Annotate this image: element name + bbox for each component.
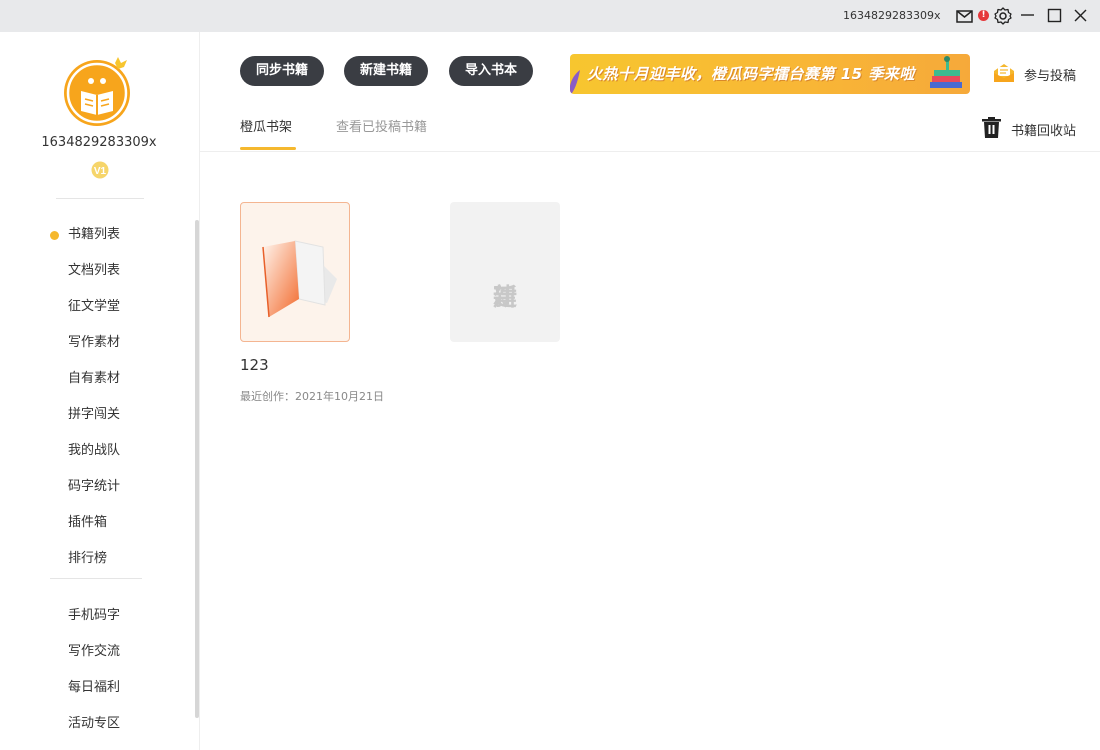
- new-book-card-label: 新建: [450, 242, 560, 311]
- active-tab-underline: [240, 147, 296, 150]
- new-card-line-2: 建: [493, 283, 517, 311]
- avatar[interactable]: [63, 55, 135, 127]
- minimize-icon[interactable]: [1018, 6, 1038, 26]
- mail-notification-badge: !: [978, 10, 989, 21]
- close-icon[interactable]: [1071, 6, 1091, 26]
- sidebar-item-label: 排行榜: [68, 551, 108, 566]
- sidebar-item-label: 征文学堂: [68, 299, 121, 314]
- sidebar-item-contest-school[interactable]: 征文学堂: [0, 289, 190, 325]
- sidebar-item-label: 书籍列表: [68, 227, 121, 242]
- leaf-decoration-icon: [570, 70, 580, 94]
- book-title[interactable]: 123: [240, 356, 269, 374]
- sidebar-divider: [56, 198, 144, 199]
- sidebar-item-own-material[interactable]: 自有素材: [0, 361, 190, 397]
- book-last-edited: 最近创作：2021年10月21日: [240, 390, 384, 403]
- active-indicator-dot: [50, 231, 59, 240]
- sidebar-item-doc-list[interactable]: 文档列表: [0, 253, 190, 289]
- recycle-bin-label: 书籍回收站: [1011, 124, 1077, 139]
- sidebar-item-label: 文档列表: [68, 263, 121, 278]
- books-stack-icon: [930, 56, 962, 88]
- tab-submitted-books[interactable]: 查看已投稿书籍: [336, 116, 427, 135]
- sidebar-item-mobile-typing[interactable]: 手机码字: [0, 598, 190, 634]
- sidebar-item-label: 我的战队: [68, 443, 121, 458]
- sidebar-item-label: 每日福利: [68, 680, 121, 695]
- submit-manuscript-label: 参与投稿: [1024, 69, 1077, 84]
- sidebar-item-label: 拼字闯关: [68, 407, 121, 422]
- import-book-button[interactable]: 导入书本: [449, 56, 534, 86]
- sidebar-item-label: 手机码字: [68, 608, 121, 623]
- vip-badge-icon: V1: [91, 161, 109, 179]
- sidebar-divider: [50, 578, 142, 579]
- sidebar-item-label: 插件箱: [68, 515, 108, 530]
- sidebar-item-label: 自有素材: [68, 371, 121, 386]
- maximize-icon[interactable]: [1045, 6, 1065, 26]
- sidebar-item-label: 活动专区: [68, 716, 121, 731]
- sidebar-username: 1634829283309x: [41, 135, 157, 150]
- new-book-card[interactable]: 新建: [450, 202, 560, 342]
- envelope-open-icon: [994, 64, 1014, 82]
- sidebar-item-plugin-box[interactable]: 插件箱: [0, 505, 190, 541]
- sidebar-item-writing-material[interactable]: 写作素材: [0, 325, 190, 361]
- tab-bookshelf[interactable]: 橙瓜书架: [240, 116, 292, 135]
- gear-icon[interactable]: [993, 6, 1013, 26]
- sidebar-item-events[interactable]: 活动专区: [0, 706, 190, 742]
- sidebar-item-word-stats[interactable]: 码字统计: [0, 469, 190, 505]
- sidebar-item-my-team[interactable]: 我的战队: [0, 433, 190, 469]
- sidebar-item-daily-rewards[interactable]: 每日福利: [0, 670, 190, 706]
- book-cover-icon: [262, 240, 337, 318]
- book-card[interactable]: [240, 202, 350, 342]
- sidebar-item-label: 码字统计: [68, 479, 121, 494]
- sidebar-item-label: 写作素材: [68, 335, 121, 350]
- sync-books-button[interactable]: 同步书籍: [240, 56, 325, 86]
- titlebar-username[interactable]: 1634829283309x: [843, 9, 941, 22]
- sidebar-item-book-list[interactable]: 书籍列表: [0, 217, 190, 253]
- promo-banner-text: 火热十月迎丰收，橙瓜码字擂台赛第 15 季来啦: [587, 65, 915, 83]
- sidebar-item-leaderboard[interactable]: 排行榜: [0, 541, 190, 577]
- sidebar-item-writing-exchange[interactable]: 写作交流: [0, 634, 190, 670]
- promo-banner[interactable]: 火热十月迎丰收，橙瓜码字擂台赛第 15 季来啦: [570, 54, 970, 94]
- vip-badge-text: V1: [94, 166, 107, 177]
- sidebar-item-typing-challenge[interactable]: 拼字闯关: [0, 397, 190, 433]
- sidebar-item-label: 写作交流: [68, 644, 121, 659]
- mail-icon[interactable]: [955, 6, 975, 26]
- sidebar-nav-primary: 书籍列表 文档列表 征文学堂 写作素材 自有素材 拼字闯关 我的战队 码字统计 …: [0, 217, 190, 577]
- sidebar-scrollbar[interactable]: [195, 220, 199, 718]
- new-book-button[interactable]: 新建书籍: [344, 56, 429, 86]
- sidebar-nav-secondary: 手机码字 写作交流 每日福利 活动专区: [0, 598, 190, 742]
- window-titlebar: 1634829283309x !: [0, 0, 1100, 32]
- trash-icon: [982, 117, 1001, 138]
- sidebar: 1634829283309x V1 书籍列表 文档列表 征文学堂 写作素材 自有…: [0, 32, 200, 750]
- header-divider: [200, 151, 1100, 152]
